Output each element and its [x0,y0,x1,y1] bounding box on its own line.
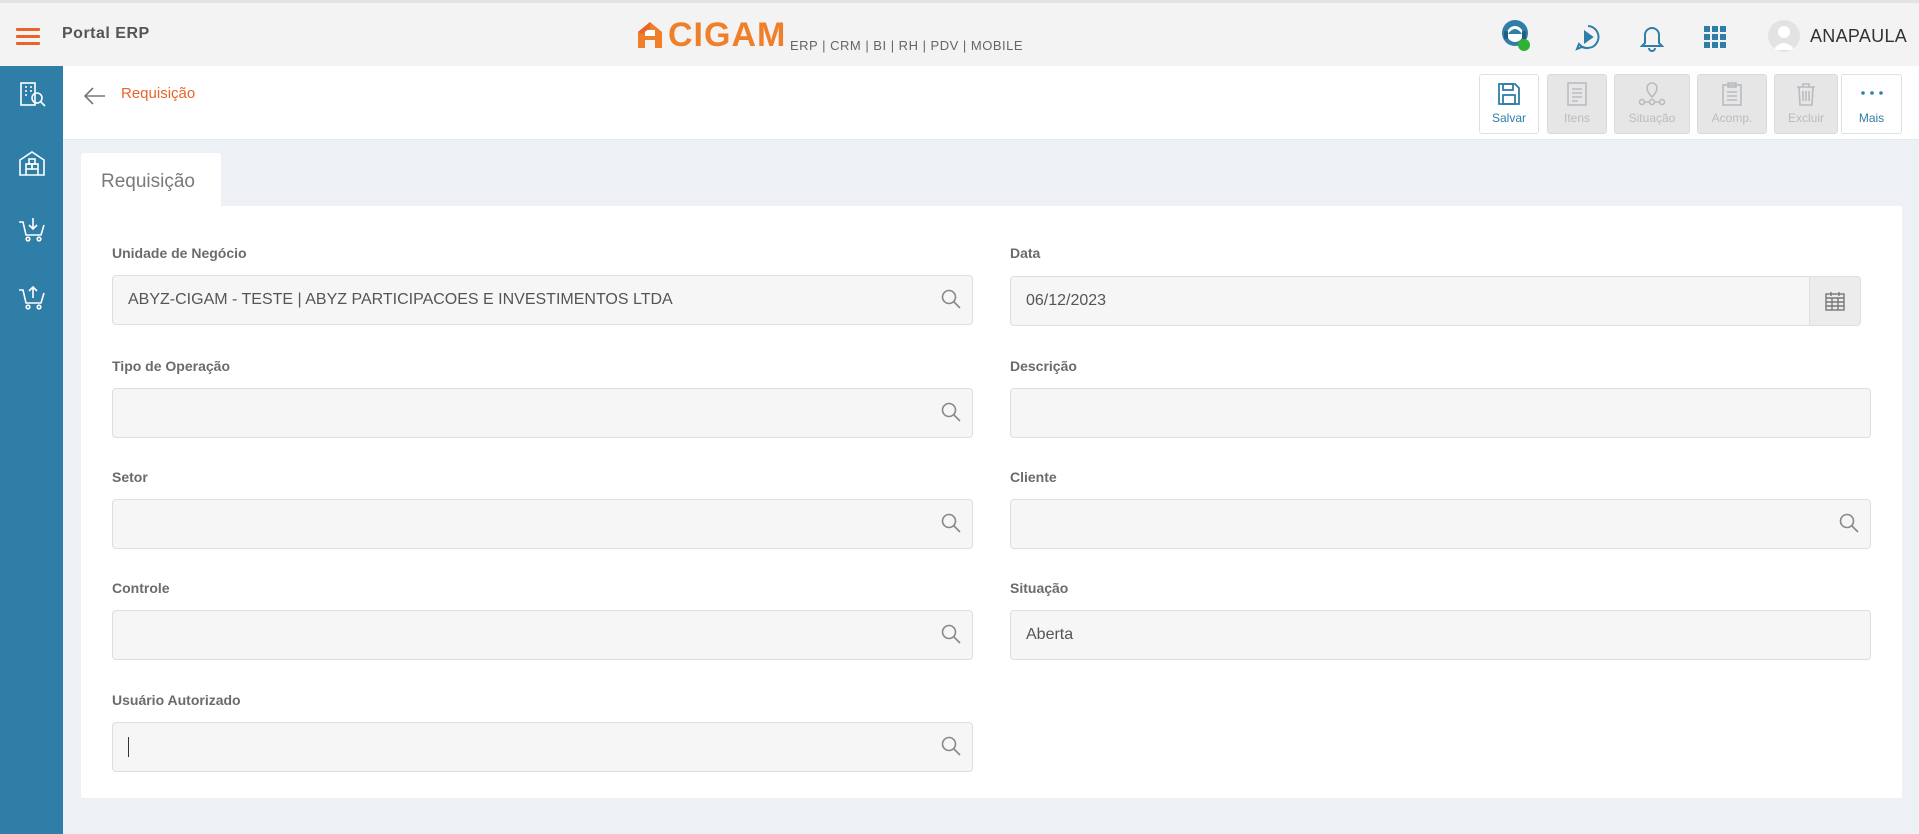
sidebar [0,66,63,834]
search-icon[interactable] [940,288,962,310]
logo-text: CIGAM [668,16,787,54]
more-button[interactable]: Mais [1841,74,1902,134]
cliente-label: Cliente [1010,469,1057,485]
data-label: Data [1010,245,1041,261]
more-dots-icon [1860,91,1883,95]
online-status-dot [1518,39,1530,51]
cigam-logo[interactable]: CIGAM [636,17,786,53]
data-field[interactable]: 06/12/2023 [1010,276,1861,326]
workflow-icon [1638,82,1666,106]
search-icon[interactable] [1838,512,1860,534]
breadcrumb[interactable]: Requisição [121,85,195,102]
building-search-icon[interactable] [17,80,47,110]
chat-play-icon[interactable] [1573,22,1603,52]
items-button[interactable]: Itens [1547,74,1607,134]
apps-grid-icon[interactable] [1700,22,1730,52]
calendar-icon [1825,292,1845,311]
user-avatar-icon [1768,20,1800,52]
clipboard-icon [1722,82,1742,106]
save-icon [1498,83,1520,105]
user-menu[interactable]: ANAPAULA [1768,17,1907,55]
unidade-field[interactable]: ABYZ-CIGAM - TESTE | ABYZ PARTICIPACOES … [112,275,973,325]
situation-button-label: Situação [1628,111,1676,125]
follow-up-button[interactable]: Acomp. [1697,74,1767,134]
bell-icon[interactable] [1637,22,1667,52]
tipo-operacao-field[interactable] [112,388,973,438]
logo-subtitle: ERP | CRM | BI | RH | PDV | MOBILE [790,38,1024,53]
save-button-label: Salvar [1491,111,1526,125]
tipo-operacao-label: Tipo de Operação [112,358,230,374]
warehouse-icon[interactable] [17,148,47,178]
cart-download-icon[interactable] [17,214,47,244]
tab-requisicao[interactable]: Requisição [81,153,221,207]
save-button[interactable]: Salvar [1479,74,1539,134]
text-cursor [128,737,129,757]
setor-label: Setor [112,469,148,485]
user-name: ANAPAULA [1810,25,1908,46]
descricao-label: Descrição [1010,358,1077,374]
cliente-field[interactable] [1010,499,1871,549]
situacao-label: Situação [1010,580,1069,596]
delete-button[interactable]: Excluir [1774,74,1838,134]
descricao-field[interactable] [1010,388,1871,438]
setor-field[interactable] [112,499,973,549]
list-doc-icon [1567,82,1587,106]
controle-field[interactable] [112,610,973,660]
search-icon[interactable] [940,623,962,645]
page-header: Requisição Salvar Itens Situação Acomp. … [63,66,1919,140]
form-card: Unidade de Negócio ABYZ-CIGAM - TESTE | … [81,206,1902,798]
more-button-label: Mais [1858,111,1885,125]
tab-label: Requisição [101,171,195,192]
support-agent-icon[interactable] [1500,18,1530,51]
portal-title: Portal ERP [62,25,150,42]
usuario-autorizado-label: Usuário Autorizado [112,692,241,708]
items-button-label: Itens [1563,111,1590,125]
situacao-value: Aberta [1026,626,1074,643]
top-bar: Portal ERP CIGAM ERP | CRM | BI | RH | P… [0,0,1919,66]
cart-upload-icon[interactable] [17,282,47,312]
search-icon[interactable] [940,735,962,757]
controle-label: Controle [112,580,170,596]
delete-button-label: Excluir [1787,111,1824,125]
unidade-label: Unidade de Negócio [112,245,247,261]
cigam-logo-icon [638,22,662,48]
search-icon[interactable] [940,401,962,423]
calendar-button[interactable] [1809,277,1860,325]
unidade-value: ABYZ-CIGAM - TESTE | ABYZ PARTICIPACOES … [128,291,673,308]
hamburger-icon[interactable] [16,28,40,45]
search-icon[interactable] [940,512,962,534]
situacao-field: Aberta [1010,610,1871,660]
data-value: 06/12/2023 [1026,292,1107,309]
situation-button[interactable]: Situação [1614,74,1690,134]
follow-up-button-label: Acomp. [1711,111,1753,125]
trash-icon [1797,83,1815,106]
usuario-autorizado-field[interactable] [112,722,973,772]
back-arrow-icon[interactable] [83,84,107,108]
